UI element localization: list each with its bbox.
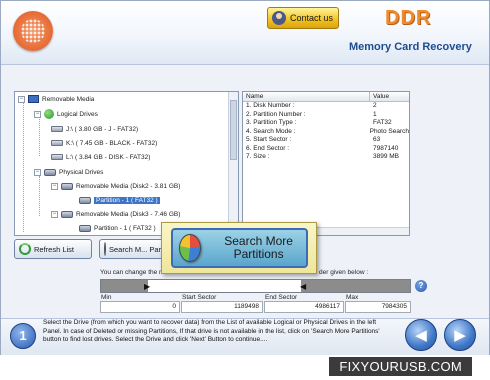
- tree-item-label: J:\ ( 3.80 GB - J - FAT32): [66, 125, 139, 133]
- start-sector-field[interactable]: 1189498: [181, 301, 263, 313]
- min-label: Min: [101, 294, 112, 301]
- row-name: 1. Disk Number :: [246, 102, 295, 109]
- tree-item-label: Removable Media: [42, 95, 95, 103]
- tree-item-disk2-partition1[interactable]: Partition - 1 ( FAT32 ): [79, 195, 160, 205]
- row-value: 7987140: [373, 144, 399, 152]
- max-label: Max: [346, 294, 359, 301]
- search-more-partitions-button-background[interactable]: Search M... Partition...: [99, 239, 183, 259]
- watermark-text: FIXYOURUSB.COM: [329, 357, 472, 376]
- disk-icon: [44, 168, 56, 176]
- row-value: FAT32: [373, 119, 392, 126]
- table-row: 2. Partition Number : 1: [243, 111, 409, 120]
- disk-icon: [61, 182, 73, 190]
- end-sector-field[interactable]: 4986117: [264, 301, 344, 313]
- tree-item-removable-media[interactable]: − Removable Media: [18, 94, 94, 104]
- range-hint-right: der given below :: [319, 269, 369, 276]
- tree-item-label: Partition - 1 ( FAT32 ): [94, 224, 156, 232]
- tree-item-disk2[interactable]: − Removable Media (Disk2 - 3.81 GB): [51, 181, 180, 191]
- refresh-list-button[interactable]: Refresh List: [14, 239, 92, 259]
- disk-icon: [79, 196, 91, 204]
- pie-chart-icon: [179, 234, 202, 262]
- monitor-icon: [28, 95, 39, 103]
- row-name: 6. End Sector :: [246, 144, 289, 152]
- next-button[interactable]: ▶: [444, 319, 476, 351]
- tree-scroll-thumb[interactable]: [230, 100, 237, 160]
- range-excluded-right: [301, 280, 410, 292]
- table-row: 6. End Sector : 7987140: [243, 145, 409, 154]
- refresh-list-label: Refresh List: [34, 244, 75, 254]
- drive-icon: [51, 140, 63, 146]
- step-number-badge: 1: [10, 323, 36, 349]
- column-header-value[interactable]: Value: [370, 92, 389, 101]
- globe-icon: [44, 109, 54, 119]
- tree-scrollbar[interactable]: [228, 92, 238, 235]
- drive-icon: [51, 154, 63, 160]
- row-name: 2. Partition Number :: [246, 110, 306, 118]
- search-more-partitions-callout: Search More Partitions: [161, 222, 317, 274]
- end-sector-label: End Sector: [265, 294, 298, 301]
- tree-item-drive-j[interactable]: J:\ ( 3.80 GB - J - FAT32): [51, 124, 138, 134]
- row-value: 1: [373, 110, 377, 118]
- app-title: Memory Card Recovery: [349, 41, 472, 53]
- app-window: Contact us DDR Memory Card Recovery − Re…: [0, 0, 490, 355]
- pinwheel-logo-icon: [13, 11, 53, 51]
- tree-item-disk3[interactable]: − Removable Media (Disk3 - 7.46 GB): [51, 209, 180, 219]
- tree-item-label: Partition - 1 ( FAT32 ): [94, 196, 160, 204]
- table-row: 3. Partition Type : FAT32: [243, 119, 409, 128]
- disk-icon: [79, 224, 91, 232]
- row-name: 5. Start Sector :: [246, 136, 292, 143]
- row-value: 3899 MB: [373, 153, 400, 160]
- tree-item-logical-drives[interactable]: − Logical Drives: [34, 109, 98, 119]
- tree-item-label: Removable Media (Disk2 - 3.81 GB): [76, 182, 181, 190]
- search-more-partitions-button[interactable]: Search More Partitions: [171, 228, 308, 268]
- arrow-right-icon: ▶: [454, 327, 466, 344]
- tree-item-label: Logical Drives: [57, 110, 98, 118]
- tree-item-label: K:\ ( 7.45 GB - BLACK - FAT32): [66, 139, 158, 147]
- table-row: 5. Start Sector : 63: [243, 136, 409, 145]
- end-handle-icon[interactable]: ◀: [300, 282, 306, 291]
- row-value: Photo Search: [369, 127, 409, 135]
- tree-item-label: Physical Drives: [59, 168, 104, 176]
- table-row: 4. Search Mode : Photo Search: [243, 128, 409, 137]
- back-button[interactable]: ◀: [405, 319, 437, 351]
- row-value: 63: [373, 136, 381, 143]
- tree-item-label: L:\ ( 3.84 GB - DISK - FAT32): [66, 153, 151, 161]
- instructions-text: Select the Drive (from which you want to…: [43, 319, 380, 343]
- start-handle-icon[interactable]: ▶: [144, 282, 150, 291]
- contact-us-label: Contact us: [290, 13, 334, 23]
- row-name: 4. Search Mode :: [246, 127, 296, 135]
- help-icon[interactable]: ?: [415, 280, 427, 292]
- contact-us-button[interactable]: Contact us: [267, 7, 339, 29]
- partition-info-table: Name Value 1. Disk Number : 2 2. Partitio…: [242, 91, 410, 236]
- drive-icon: [51, 126, 63, 132]
- range-hint-left: You can change the r: [100, 269, 162, 276]
- min-sector-field: 0: [100, 301, 180, 313]
- arrow-left-icon: ◀: [415, 327, 427, 344]
- range-excluded-left: [101, 280, 148, 292]
- disk-icon: [61, 210, 73, 218]
- refresh-icon: [19, 243, 31, 255]
- pie-chart-icon: [104, 242, 106, 256]
- tree-item-disk3-partition1[interactable]: Partition - 1 ( FAT32 ): [79, 223, 156, 233]
- sector-range-slider[interactable]: ▶ ◀: [100, 279, 411, 293]
- tree-item-physical-drives[interactable]: − Physical Drives: [34, 167, 103, 177]
- brand-name: DDR: [385, 7, 432, 29]
- row-name: 7. Size :: [246, 153, 270, 160]
- row-name: 3. Partition Type :: [246, 119, 297, 126]
- row-value: 2: [373, 102, 377, 109]
- watermark-area: FIXYOURUSB.COM: [0, 355, 490, 380]
- column-header-name[interactable]: Name: [243, 92, 370, 101]
- tree-item-drive-k[interactable]: K:\ ( 7.45 GB - BLACK - FAT32): [51, 138, 157, 148]
- table-row: 1. Disk Number : 2: [243, 102, 409, 111]
- max-sector-field: 7984305: [345, 301, 411, 313]
- search-more-partitions-label: Search More Partitions: [224, 234, 293, 261]
- table-row: 7. Size : 3899 MB: [243, 153, 409, 162]
- tree-item-drive-l[interactable]: L:\ ( 3.84 GB - DISK - FAT32): [51, 152, 150, 162]
- tree-item-label: Removable Media (Disk3 - 7.46 GB): [76, 210, 181, 218]
- table-header: Name Value: [243, 92, 409, 102]
- header-banner: Contact us DDR Memory Card Recovery: [1, 1, 489, 65]
- start-sector-label: Start Sector: [182, 294, 217, 301]
- person-icon: [272, 11, 286, 25]
- drive-tree-panel[interactable]: − Removable Media − Logical Drives J:\ (…: [14, 91, 239, 236]
